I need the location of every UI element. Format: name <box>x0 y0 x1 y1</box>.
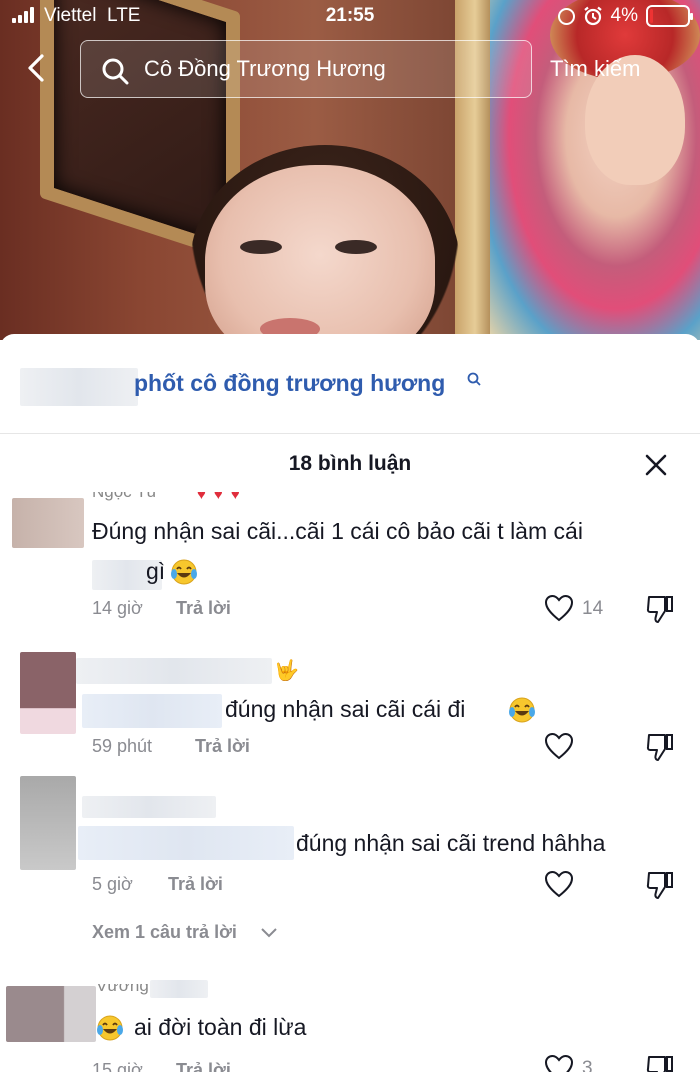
search-button[interactable]: Tìm kiếm <box>550 56 640 82</box>
reply-button[interactable]: Trả lời <box>195 736 250 757</box>
blurred-text <box>82 694 222 728</box>
comment-time: 14 giờ <box>92 598 143 618</box>
comment-time: 5 giờ <box>92 874 133 894</box>
comment-text: ai đời toàn đi lừa <box>134 1014 307 1040</box>
heart-outline-icon[interactable] <box>544 594 574 622</box>
heart-outline-icon[interactable] <box>544 732 574 760</box>
thumbs-down-icon[interactable] <box>646 870 674 900</box>
status-bar: Viettel LTE 21:55 4% <box>0 0 700 34</box>
comment-count: 18 bình luận <box>288 452 412 475</box>
blurred-username[interactable] <box>82 796 216 818</box>
comment-item: đúng nhận sai cãi trend hâhha 5 giờ Trả … <box>0 774 700 954</box>
avatar[interactable] <box>20 652 76 734</box>
comment-item: Ngọc Tú ♥♥♥ Đúng nhận sai cãi...cãi 1 cá… <box>0 492 700 627</box>
comment-item: 🤟 đúng nhận sai cãi cái đi 59 phút Trả l… <box>0 650 700 770</box>
search-icon <box>467 372 481 386</box>
comment-text-cont: gì <box>146 558 166 584</box>
heart-icons: ♥♥♥ <box>197 492 248 503</box>
heart-outline-icon[interactable] <box>544 1054 574 1072</box>
reply-button[interactable]: Trả lời <box>176 598 231 619</box>
comment-time: 15 giờ <box>92 1060 143 1072</box>
rock-hand-emoji: 🤟 <box>274 660 299 682</box>
heart-outline-icon[interactable] <box>544 870 574 898</box>
blurred-username[interactable] <box>76 658 272 684</box>
laughing-tears-emoji <box>171 559 197 585</box>
rotation-lock-icon <box>557 7 575 25</box>
blurred-text <box>78 826 294 860</box>
like-count: 14 <box>582 598 604 619</box>
thumbs-down-icon[interactable] <box>646 594 674 624</box>
thumbs-down-icon[interactable] <box>646 732 674 762</box>
comments-header: 18 bình luận <box>0 442 700 488</box>
close-icon[interactable] <box>645 454 667 476</box>
laughing-tears-emoji <box>97 1015 123 1041</box>
like-count: 3 <box>582 1058 593 1072</box>
chevron-left-icon[interactable] <box>22 52 54 84</box>
reply-button[interactable]: Trả lời <box>168 874 223 895</box>
search-input[interactable]: Cô Đồng Trương Hương <box>80 40 532 98</box>
avatar[interactable] <box>6 986 96 1042</box>
reply-button[interactable]: Trả lời <box>176 1060 231 1072</box>
battery-percent: 4% <box>610 5 638 26</box>
comment-text: đúng nhận sai cãi trend hâhha <box>296 830 606 856</box>
chevron-down-icon <box>261 928 277 938</box>
search-suggestion[interactable]: phốt cô đồng trương hương <box>0 334 700 434</box>
search-icon <box>102 58 129 85</box>
avatar[interactable] <box>20 776 76 870</box>
blurred-username <box>150 980 208 998</box>
person-face <box>205 165 435 340</box>
alarm-icon <box>583 6 602 26</box>
laughing-tears-emoji <box>509 697 535 723</box>
search-query: Cô Đồng Trương Hương <box>144 56 386 81</box>
view-replies-label: Xem 1 câu trả lời <box>92 922 237 942</box>
comment-text: Đúng nhận sai cãi...cãi 1 cái cô bảo cãi… <box>92 518 583 544</box>
suggestion-text: phốt cô đồng trương hương <box>134 370 446 396</box>
comment-time: 59 phút <box>92 736 153 756</box>
battery-icon <box>646 5 693 27</box>
thumbs-down-icon[interactable] <box>646 1054 674 1072</box>
comment-text: đúng nhận sai cãi cái đi <box>225 696 466 722</box>
avatar[interactable] <box>12 498 84 548</box>
comment-item: Vương Lan ai đời toàn đi lừa 15 giờ Trả … <box>0 974 700 1072</box>
comments-sheet: phốt cô đồng trương hương 18 bình luận N… <box>0 334 700 1072</box>
comment-author[interactable]: Ngọc Tú ♥♥♥ <box>92 492 292 504</box>
blurred-text <box>20 368 138 406</box>
